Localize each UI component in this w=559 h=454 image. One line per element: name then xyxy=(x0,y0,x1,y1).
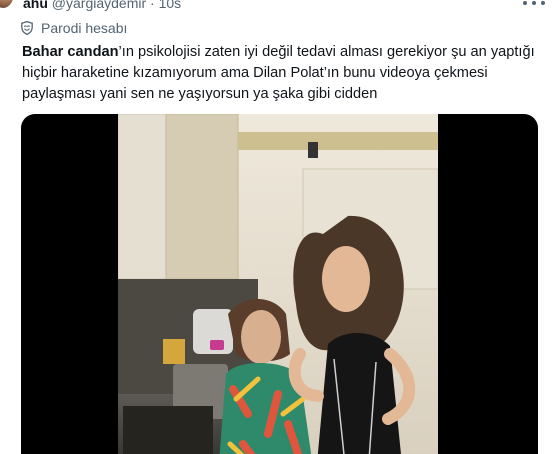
tweet[interactable]: ahu @yargiaydemir · 10s Parodi hesabı Ba… xyxy=(0,0,559,454)
separator-dot: · xyxy=(150,0,155,11)
video-scene xyxy=(118,114,438,454)
display-name[interactable]: ahu xyxy=(23,0,48,11)
video-player[interactable] xyxy=(21,114,538,454)
timestamp[interactable]: 10s xyxy=(159,0,182,11)
mention-text[interactable]: Bahar candan xyxy=(22,44,119,60)
parody-label-text: Parodi hesabı xyxy=(41,20,128,36)
user-handle[interactable]: @yargiaydemir xyxy=(52,0,146,11)
tweet-header: ahu @yargiaydemir · 10s xyxy=(23,0,181,11)
more-options-button[interactable] xyxy=(523,0,545,10)
more-horizontal-icon xyxy=(523,1,527,5)
tweet-text: Bahar candan’ın psikolojisi zaten iyi de… xyxy=(22,42,542,105)
shield-icon xyxy=(21,21,33,35)
video-frame xyxy=(118,114,438,454)
avatar[interactable] xyxy=(0,0,14,8)
parody-label: Parodi hesabı xyxy=(21,19,127,37)
